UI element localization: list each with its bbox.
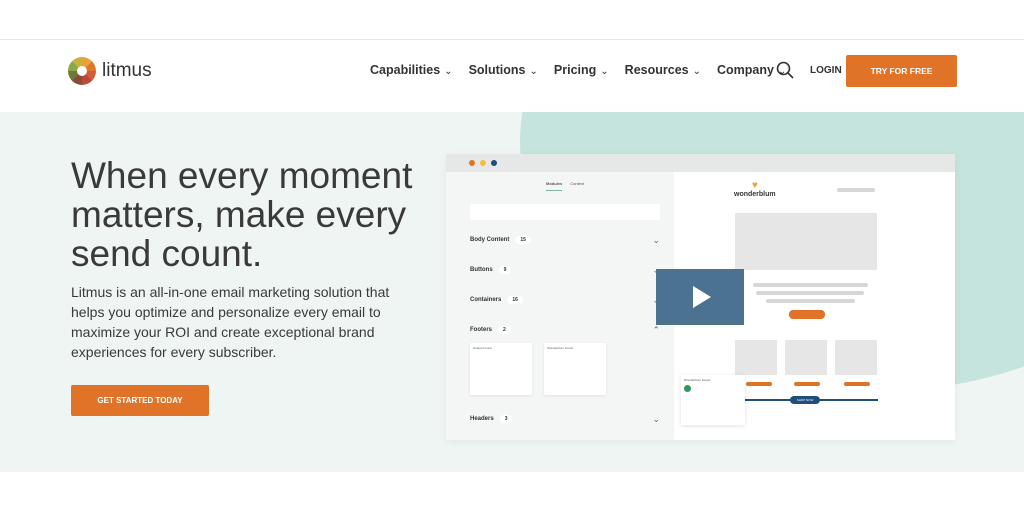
get-started-button[interactable]: GET STARTED TODAY	[71, 385, 209, 416]
window-dot-icon	[491, 160, 497, 166]
hero-section: When every moment matters, make every se…	[0, 112, 1024, 472]
count-badge: 9	[498, 266, 512, 274]
card-label: Default Footer	[473, 346, 493, 350]
email-cta-placeholder	[789, 310, 825, 319]
card-label: Wonderblum Footer	[547, 346, 574, 350]
brand-text: wonderblum	[734, 191, 776, 198]
count-badge: 16	[507, 296, 523, 304]
placeholder-bar	[753, 283, 868, 287]
module-search-input[interactable]	[470, 204, 660, 220]
button-placeholder	[844, 382, 870, 386]
shop-now-placeholder: SHOP NOW	[790, 396, 820, 404]
nav-label: Company	[717, 63, 774, 77]
section-label: Body Content	[470, 237, 510, 243]
add-icon	[684, 385, 691, 392]
section-footers[interactable]: Footers 2 ⌃	[470, 324, 660, 335]
card-label: Wonderblum Footer	[684, 378, 711, 382]
count-badge: 15	[515, 236, 531, 244]
section-buttons[interactable]: Buttons9⌄	[470, 265, 660, 275]
nav-label: Solutions	[468, 63, 526, 77]
chevron-down-icon: ⌄	[529, 66, 538, 77]
button-placeholder	[794, 382, 820, 386]
nav-label: Capabilities	[370, 63, 441, 77]
try-for-free-button[interactable]: TRY FOR FREE	[846, 55, 957, 87]
hero-title: When every moment matters, make every se…	[71, 155, 413, 274]
hero-image-placeholder	[735, 213, 877, 270]
image-placeholder	[735, 340, 777, 375]
section-label: Containers	[470, 297, 502, 303]
nav-capabilities[interactable]: Capabilities ⌄	[370, 63, 453, 77]
site-header: litmus Capabilities ⌄ Solutions ⌄ Pricing ⌄…	[0, 41, 1024, 112]
section-headers[interactable]: Headers 3 ⌄	[470, 413, 660, 424]
chevron-down-icon: ⌄	[692, 66, 701, 77]
tab-content[interactable]: Content	[570, 181, 584, 191]
tab-modules[interactable]: Modules	[546, 181, 563, 191]
placeholder-bar	[837, 188, 875, 192]
section-body-content[interactable]: Body Content 15 ⌄	[470, 234, 660, 245]
top-bar	[0, 0, 1024, 40]
placeholder-bar	[756, 291, 864, 295]
login-link[interactable]: LOGIN	[810, 65, 842, 76]
nav-resources[interactable]: Resources ⌄	[625, 63, 701, 77]
window-bar	[446, 154, 955, 172]
footer-card[interactable]: Default Footer	[470, 343, 532, 395]
chevron-down-icon: ⌄	[652, 413, 660, 424]
button-placeholder	[746, 382, 772, 386]
search-icon[interactable]	[776, 61, 794, 79]
placeholder-bar	[766, 299, 855, 303]
chevron-down-icon: ⌄	[600, 66, 609, 77]
chevron-down-icon: ⌄	[444, 66, 453, 77]
nav-label: Pricing	[553, 63, 597, 77]
email-brand: ♥ wonderblum	[734, 180, 776, 198]
nav-pricing[interactable]: Pricing ⌄	[554, 63, 609, 77]
nav-label: Resources	[624, 63, 689, 77]
brand-name: litmus	[102, 60, 152, 81]
hero-description: Litmus is an all-in-one email marketing …	[71, 284, 390, 360]
section-label: Headers	[470, 416, 494, 422]
image-placeholder	[785, 340, 827, 375]
main-menu: Capabilities ⌄ Solutions ⌄ Pricing ⌄ Resour…	[370, 63, 786, 77]
nav-solutions[interactable]: Solutions ⌄	[469, 63, 538, 77]
logo[interactable]: litmus	[68, 57, 152, 85]
count-badge: 2	[498, 326, 511, 334]
litmus-logo-icon	[68, 57, 96, 85]
image-placeholder	[835, 340, 877, 375]
count-badge: 3	[499, 415, 513, 423]
section-label: Footers	[470, 327, 493, 333]
modules-panel: Modules Content Body Content 15 ⌄ Buttons 9 ⌄…	[446, 172, 674, 440]
section-label: Buttons	[470, 267, 493, 273]
chevron-up-icon: ⌃	[652, 324, 660, 335]
section-containers[interactable]: Containers16⌄	[470, 295, 660, 305]
dragged-footer-card[interactable]: Wonderblum Footer	[681, 375, 745, 425]
flower-icon: ♥	[751, 180, 758, 191]
play-video-button[interactable]	[656, 269, 744, 325]
chevron-down-icon: ⌄	[652, 234, 660, 245]
window-dot-icon	[480, 160, 486, 166]
footer-card[interactable]: Wonderblum Footer	[544, 343, 606, 395]
window-dot-icon	[469, 160, 475, 166]
